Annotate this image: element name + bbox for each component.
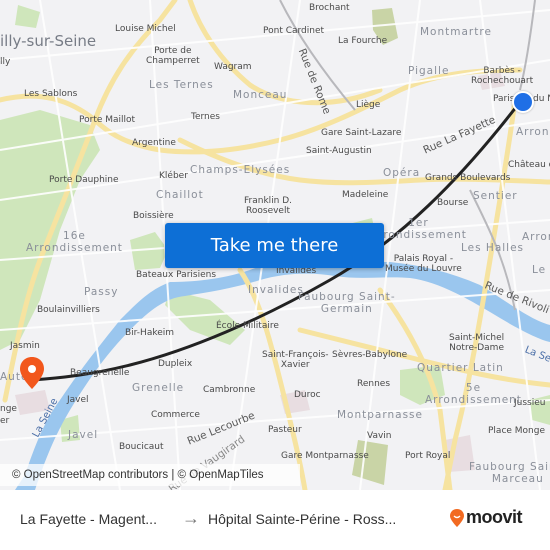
label-1er-arrondissement: 1er Arrondissement bbox=[370, 217, 467, 242]
label-porte-dauphine: Porte Dauphine bbox=[49, 175, 119, 185]
label-arrondissement-10: Arrond bbox=[516, 126, 550, 138]
label-bateaux-parisiens: Bateaux Parisiens bbox=[136, 270, 217, 280]
label-wagram: Wagram bbox=[214, 62, 252, 72]
label-porte-maillot: Porte Maillot bbox=[79, 115, 136, 125]
label-cambronne: Cambronne bbox=[203, 385, 256, 395]
label-faubourg-saint-germain: Faubourg Saint- Germain bbox=[298, 291, 396, 316]
label-argentine: Argentine bbox=[132, 138, 176, 148]
label-jussieu: Jussieu bbox=[514, 398, 546, 408]
label-javel-station: Javel bbox=[67, 395, 89, 405]
destination-stop-name: Hôpital Sainte-Périne - Ross... bbox=[208, 511, 397, 527]
label-madeleine: Madeleine bbox=[342, 190, 389, 200]
label-duroc: Duroc bbox=[294, 390, 321, 400]
origin-stop-name: La Fayette - Magent... bbox=[20, 511, 157, 527]
label-ecole-militaire: École Militaire bbox=[216, 321, 279, 331]
label-bourse: Bourse bbox=[437, 198, 469, 208]
park bbox=[15, 5, 40, 28]
label-chateau-deau: Château d bbox=[508, 160, 550, 170]
label-vavin: Vavin bbox=[367, 431, 392, 441]
label-rennes: Rennes bbox=[357, 379, 391, 389]
label-gare-montparnasse: Gare Montparnasse bbox=[281, 451, 369, 461]
osm-attribution-link[interactable]: © OpenStreetMap contributors bbox=[12, 469, 168, 481]
moovit-wordmark: moovit bbox=[466, 507, 523, 527]
label-saint-francois-xavier: Saint-François- Xavier bbox=[262, 350, 329, 371]
label-boucicaut: Boucicaut bbox=[119, 442, 164, 452]
label-faubourg-saint-marceau: Faubourg Saint-Marceau bbox=[469, 461, 550, 486]
label-du-nord: du N bbox=[533, 94, 550, 104]
label-chaillot: Chaillot bbox=[156, 189, 204, 201]
label-barbes-rochechouart: Barbès - Rochechouart bbox=[471, 66, 534, 87]
label-la-fourche: La Fourche bbox=[338, 36, 388, 46]
label-jasmin: Jasmin bbox=[10, 341, 40, 351]
label-5e-arrondissement: 5e Arrondissement bbox=[425, 382, 522, 407]
label-pasteur: Pasteur bbox=[268, 425, 302, 435]
label-kleber: Kléber bbox=[159, 171, 188, 181]
label-javel: Javel bbox=[68, 429, 99, 441]
label-sentier: Sentier bbox=[473, 190, 518, 202]
label-boulainvilliers: Boulainvilliers bbox=[37, 305, 100, 315]
label-saint-michel-notre-dame: Saint-Michel Notre-Dame bbox=[449, 333, 505, 354]
label-gare-saint-lazare: Gare Saint-Lazare bbox=[321, 128, 402, 138]
label-palais-royal: Palais Royal - Musée du Louvre bbox=[385, 254, 462, 275]
label-arrondissement-3: Arron bbox=[522, 231, 550, 243]
label-quartier-latin: Quartier Latin bbox=[417, 362, 504, 374]
take-me-there-button[interactable]: Take me there bbox=[165, 223, 384, 268]
label-port-royal: Port Royal bbox=[405, 451, 451, 461]
label-les-halles: Les Halles bbox=[461, 242, 525, 254]
route-footer: La Fayette - Magent... → Hôpital Sainte-… bbox=[0, 490, 550, 550]
label-pigalle: Pigalle bbox=[408, 65, 450, 77]
label-ange: nge bbox=[0, 404, 17, 414]
attribution-separator: | bbox=[168, 469, 178, 481]
label-sevres-babylone: Sèvres-Babylone bbox=[332, 350, 408, 360]
label-montmartre: Montmartre bbox=[420, 26, 492, 38]
label-neuilly: illy-sur-Seine bbox=[0, 32, 97, 50]
label-louise-michel: Louise Michel bbox=[115, 24, 176, 34]
map-view[interactable]: illy-sur-Seine lly Louise Michel Porte d… bbox=[0, 0, 550, 490]
label-saint-augustin: Saint-Augustin bbox=[306, 146, 372, 156]
origin-dot-icon[interactable] bbox=[512, 91, 534, 113]
moovit-logo[interactable]: moovit bbox=[450, 507, 523, 528]
label-opera: Opéra bbox=[383, 167, 421, 179]
label-neuilly-station: lly bbox=[0, 57, 11, 67]
arrow-right-icon: → bbox=[182, 508, 200, 528]
destination-pin-icon[interactable] bbox=[20, 357, 44, 389]
label-montparnasse: Montparnasse bbox=[337, 409, 423, 421]
label-commerce: Commerce bbox=[151, 410, 200, 420]
label-invalides-station: Invalides bbox=[276, 266, 317, 276]
label-champs-elysees: Champs-Elysées bbox=[190, 164, 291, 176]
map-attribution: © OpenStreetMap contributors | © OpenMap… bbox=[0, 464, 300, 486]
label-monceau: Monceau bbox=[233, 89, 288, 101]
label-porte-champerret: Porte de Champerret bbox=[146, 46, 200, 67]
label-boissiere: Boissière bbox=[133, 211, 174, 221]
label-brochant: Brochant bbox=[309, 3, 350, 13]
label-les-ternes: Les Ternes bbox=[149, 79, 214, 91]
label-pont-cardinet: Pont Cardinet bbox=[263, 26, 325, 36]
moovit-pin-icon bbox=[450, 508, 464, 527]
label-passy: Passy bbox=[84, 286, 119, 298]
label-le-marais: Le bbox=[532, 264, 547, 276]
label-liege: Liège bbox=[356, 100, 381, 110]
label-bir-hakeim: Bir-Hakeim bbox=[125, 328, 175, 338]
openmaptiles-attribution-link[interactable]: © OpenMapTiles bbox=[178, 469, 264, 481]
label-grenelle: Grenelle bbox=[132, 382, 185, 394]
label-franklin-roosevelt: Franklin D. Roosevelt bbox=[244, 196, 293, 217]
label-beaugrenelle: Beaugrenelle bbox=[70, 368, 130, 378]
label-invalides: Invalides bbox=[248, 284, 304, 296]
cemetery-montparnasse bbox=[352, 440, 388, 485]
label-place-monge: Place Monge bbox=[488, 426, 546, 436]
label-er: er bbox=[0, 416, 10, 426]
label-ternes: Ternes bbox=[191, 112, 220, 122]
label-grands-boulevards: Grands Boulevards bbox=[425, 173, 511, 183]
label-dupleix: Dupleix bbox=[158, 359, 193, 369]
label-les-sablons: Les Sablons bbox=[24, 89, 78, 99]
label-16e-arrondissement: 16e Arrondissement bbox=[26, 230, 123, 255]
